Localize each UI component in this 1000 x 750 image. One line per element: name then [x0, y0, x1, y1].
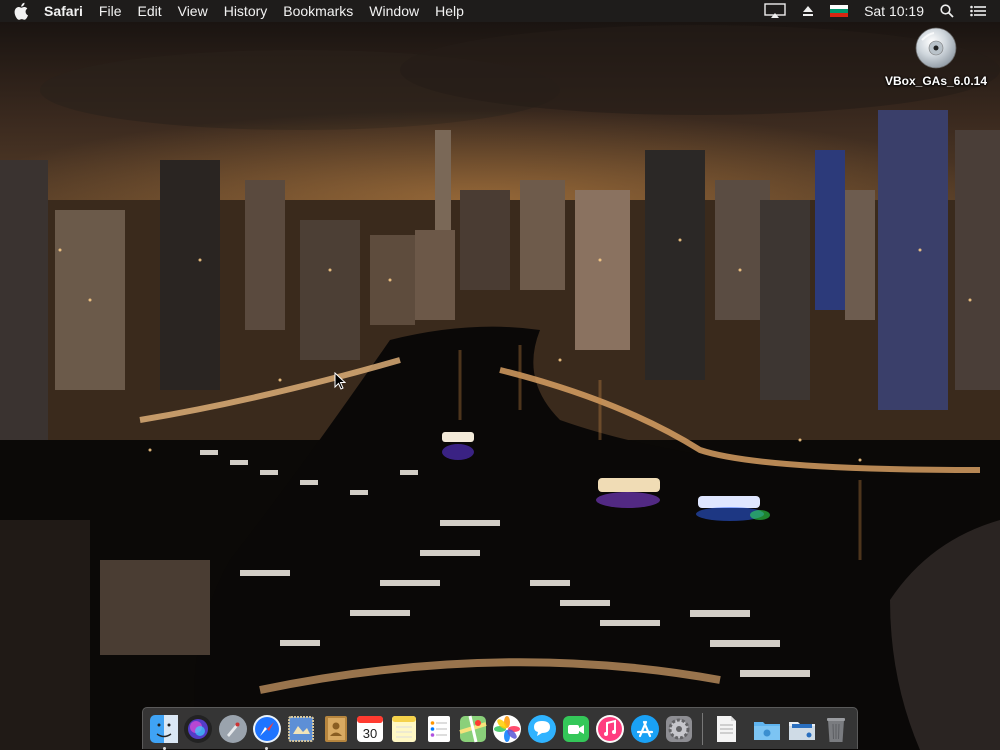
dock-launchpad[interactable] [217, 713, 248, 745]
dock-downloads-folder[interactable] [752, 713, 783, 745]
dock: 30 [142, 707, 858, 750]
calendar-day-text: 30 [363, 726, 377, 741]
menu-edit[interactable]: Edit [129, 0, 169, 22]
dock-finder[interactable] [149, 713, 180, 750]
safari-icon [253, 714, 282, 743]
finder-icon [150, 714, 179, 743]
dock-screenshots-folder[interactable] [786, 713, 817, 745]
notification-center-icon[interactable] [970, 5, 986, 17]
menu-bar-status: Sat 10:19 [756, 0, 1000, 22]
dock-photos[interactable] [492, 713, 523, 745]
dock-separator [702, 712, 704, 745]
app-store-icon [630, 714, 659, 743]
reminders-icon [427, 715, 450, 742]
dock-messages[interactable] [526, 713, 557, 745]
apple-menu-icon[interactable] [14, 2, 30, 20]
dock-itunes[interactable] [595, 713, 626, 745]
menu-app-safari[interactable]: Safari [36, 0, 91, 22]
menu-history[interactable]: History [216, 0, 276, 22]
menu-view[interactable]: View [170, 0, 216, 22]
dock-trash[interactable] [820, 713, 851, 745]
siri-icon [184, 714, 213, 743]
dock-maps[interactable] [457, 713, 488, 745]
folder-icon [754, 721, 781, 740]
facetime-icon [563, 715, 590, 742]
mouse-cursor-icon [334, 372, 346, 390]
calendar-icon: 30 [357, 715, 384, 742]
launchpad-icon [218, 714, 247, 743]
photos-icon [493, 714, 522, 743]
dock-contacts[interactable] [320, 713, 351, 745]
menu-window[interactable]: Window [361, 0, 427, 22]
dock-notes[interactable] [389, 713, 420, 745]
maps-icon [459, 715, 487, 742]
itunes-icon [596, 714, 625, 743]
messages-icon [527, 714, 556, 743]
menu-file[interactable]: File [91, 0, 130, 22]
flag-bulgaria-icon[interactable] [830, 5, 849, 17]
dock-textedit[interactable] [711, 713, 742, 745]
dock-siri[interactable] [183, 713, 214, 745]
gear-icon [666, 715, 693, 742]
dock-mail[interactable] [286, 713, 317, 745]
running-indicator [162, 746, 166, 750]
dock-safari[interactable] [251, 713, 282, 750]
menu-bookmarks[interactable]: Bookmarks [275, 0, 361, 22]
optical-disc-icon [915, 27, 957, 69]
airplay-icon[interactable] [764, 3, 786, 19]
menu-bar: Safari File Edit View History Bookmarks … [0, 0, 1000, 22]
dock-reminders[interactable] [423, 713, 454, 745]
desktop-volume-label: VBox_GAs_6.0.14 [884, 74, 988, 88]
document-icon [717, 715, 737, 742]
desktop-volume-vbox[interactable]: VBox_GAs_6.0.14 [880, 26, 992, 98]
contacts-book-icon [324, 715, 347, 742]
eject-icon[interactable] [802, 5, 814, 17]
dock-app-store[interactable] [629, 713, 660, 745]
desktop-wallpaper [0, 0, 1000, 750]
folder-icon [788, 721, 815, 740]
clock[interactable]: Sat 10:19 [856, 0, 932, 22]
notes-icon [392, 715, 417, 742]
trash-icon [826, 717, 845, 742]
menu-help[interactable]: Help [427, 0, 472, 22]
spotlight-icon[interactable] [940, 4, 954, 18]
dock-calendar[interactable]: 30 [354, 713, 385, 745]
mail-stamp-icon [288, 715, 315, 742]
dock-system-preferences[interactable] [663, 713, 694, 745]
dock-facetime[interactable] [560, 713, 591, 745]
